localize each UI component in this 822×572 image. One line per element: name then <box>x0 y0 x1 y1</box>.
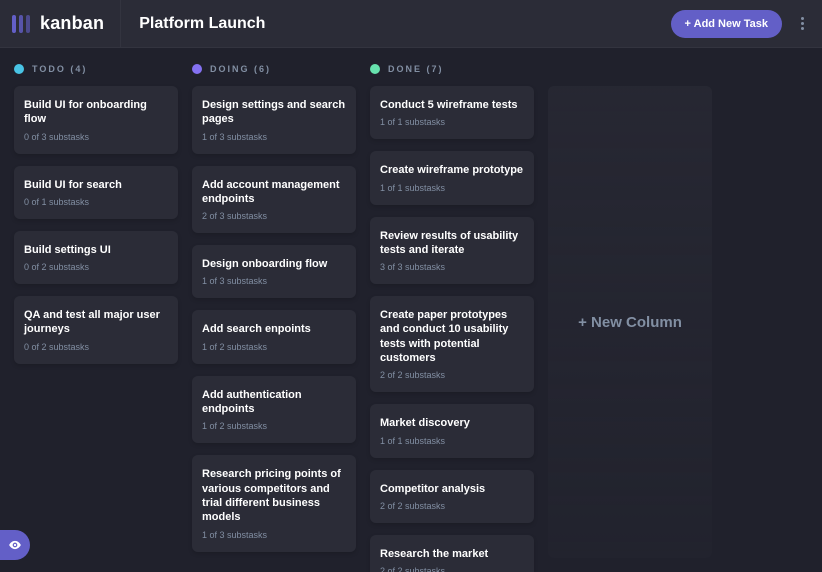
task-subtasks: 0 of 3 substasks <box>24 132 168 142</box>
task-card[interactable]: Build settings UI 0 of 2 substasks <box>14 231 178 284</box>
column-color-dot <box>192 64 202 74</box>
task-card[interactable]: Build UI for search 0 of 1 substasks <box>14 166 178 219</box>
column-title: TODO (4) <box>32 64 87 74</box>
task-card[interactable]: Design settings and search pages 1 of 3 … <box>192 86 356 154</box>
column-color-dot <box>370 64 380 74</box>
task-card[interactable]: Conduct 5 wireframe tests 1 of 1 substas… <box>370 86 534 139</box>
eye-icon <box>8 538 22 552</box>
task-subtasks: 1 of 1 substasks <box>380 183 524 193</box>
task-subtasks: 2 of 3 substasks <box>202 211 346 221</box>
task-title: Build settings UI <box>24 243 168 257</box>
task-subtasks: 0 of 2 substasks <box>24 342 168 352</box>
new-column-button[interactable]: + New Column <box>548 86 712 558</box>
task-card[interactable]: Build UI for onboarding flow 0 of 3 subs… <box>14 86 178 154</box>
task-title: Create wireframe prototype <box>380 163 524 177</box>
logo-icon <box>12 15 30 33</box>
task-subtasks: 1 of 3 substasks <box>202 276 346 286</box>
app-header: kanban Platform Launch + Add New Task <box>0 0 822 48</box>
task-card[interactable]: QA and test all major user journeys 0 of… <box>14 296 178 364</box>
task-title: QA and test all major user journeys <box>24 308 168 337</box>
column-todo: TODO (4) Build UI for onboarding flow 0 … <box>14 62 178 558</box>
task-card[interactable]: Research the market 2 of 2 substasks <box>370 535 534 572</box>
column-doing: DOING (6) Design settings and search pag… <box>192 62 356 558</box>
task-card[interactable]: Add authentication endpoints 1 of 2 subs… <box>192 376 356 444</box>
task-card[interactable]: Create paper prototypes and conduct 10 u… <box>370 296 534 392</box>
task-card[interactable]: Add search enpoints 1 of 2 substasks <box>192 310 356 363</box>
task-subtasks: 1 of 2 substasks <box>202 342 346 352</box>
task-title: Add search enpoints <box>202 322 346 336</box>
task-subtasks: 2 of 2 substasks <box>380 566 524 572</box>
task-title: Design settings and search pages <box>202 98 346 127</box>
show-sidebar-button[interactable] <box>0 530 30 560</box>
column-color-dot <box>14 64 24 74</box>
task-card[interactable]: Create wireframe prototype 1 of 1 substa… <box>370 151 534 204</box>
task-title: Add account management endpoints <box>202 178 346 207</box>
board: TODO (4) Build UI for onboarding flow 0 … <box>0 48 822 572</box>
task-subtasks: 1 of 1 substasks <box>380 436 524 446</box>
task-card[interactable]: Design onboarding flow 1 of 3 substasks <box>192 245 356 298</box>
task-subtasks: 2 of 2 substasks <box>380 370 524 380</box>
board-title: Platform Launch <box>139 15 265 33</box>
column-header: TODO (4) <box>14 64 178 74</box>
task-subtasks: 0 of 1 substasks <box>24 197 168 207</box>
column-header: DONE (7) <box>370 64 534 74</box>
task-card[interactable]: Market discovery 1 of 1 substasks <box>370 404 534 457</box>
task-subtasks: 1 of 2 substasks <box>202 421 346 431</box>
task-subtasks: 2 of 2 substasks <box>380 501 524 511</box>
logo-text: kanban <box>40 13 104 34</box>
task-title: Review results of usability tests and it… <box>380 229 524 258</box>
task-title: Conduct 5 wireframe tests <box>380 98 524 112</box>
new-column-label: + New Column <box>578 314 682 331</box>
column-header: DOING (6) <box>192 64 356 74</box>
task-card[interactable]: Review results of usability tests and it… <box>370 217 534 285</box>
task-title: Build UI for search <box>24 178 168 192</box>
task-card[interactable]: Add account management endpoints 2 of 3 … <box>192 166 356 234</box>
column-done: DONE (7) Conduct 5 wireframe tests 1 of … <box>370 62 534 558</box>
task-title: Research pricing points of various compe… <box>202 467 346 524</box>
task-subtasks: 1 of 1 substasks <box>380 117 524 127</box>
logo: kanban <box>12 0 121 47</box>
task-subtasks: 1 of 3 substasks <box>202 530 346 540</box>
task-title: Competitor analysis <box>380 482 524 496</box>
add-task-button[interactable]: + Add New Task <box>671 10 782 38</box>
task-card[interactable]: Competitor analysis 2 of 2 substasks <box>370 470 534 523</box>
task-title: Create paper prototypes and conduct 10 u… <box>380 308 524 365</box>
task-subtasks: 1 of 3 substasks <box>202 132 346 142</box>
task-subtasks: 0 of 2 substasks <box>24 262 168 272</box>
task-title: Design onboarding flow <box>202 257 346 271</box>
board-menu-icon[interactable] <box>794 13 810 34</box>
column-title: DONE (7) <box>388 64 444 74</box>
task-subtasks: 3 of 3 substasks <box>380 262 524 272</box>
column-title: DOING (6) <box>210 64 271 74</box>
task-card[interactable]: Research pricing points of various compe… <box>192 455 356 551</box>
task-title: Market discovery <box>380 416 524 430</box>
task-title: Add authentication endpoints <box>202 388 346 417</box>
task-title: Build UI for onboarding flow <box>24 98 168 127</box>
task-title: Research the market <box>380 547 524 561</box>
